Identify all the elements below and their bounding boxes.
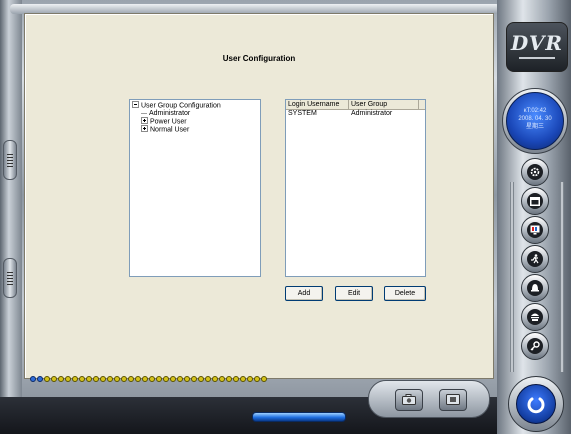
security-button[interactable]: [521, 332, 549, 360]
channel-dot: [93, 376, 99, 382]
channel-dot: [51, 376, 57, 382]
alarm-button[interactable]: [521, 274, 549, 302]
config-panel: User Configuration User Group Configurat…: [24, 13, 494, 379]
clock-date: 2008. 04. 30: [518, 116, 552, 122]
left-grip-upper[interactable]: [3, 140, 17, 180]
snapshot-icon: [402, 394, 416, 405]
logo-underline: [519, 57, 555, 59]
channel-dot: [170, 376, 176, 382]
tree-item-label: Normal User: [150, 126, 190, 134]
channel-dot: [44, 376, 50, 382]
record-button[interactable]: [439, 389, 467, 411]
channel-indicator-dots: [30, 376, 267, 382]
power-icon: [527, 397, 545, 414]
channel-dot: [58, 376, 64, 382]
motion-button[interactable]: [521, 245, 549, 273]
channel-dot: [184, 376, 190, 382]
channel-dot: [65, 376, 71, 382]
expand-icon[interactable]: [141, 125, 148, 132]
column-header-group[interactable]: User Group: [349, 100, 419, 109]
channel-dot: [72, 376, 78, 382]
channel-dot: [191, 376, 197, 382]
channel-dot: [254, 376, 260, 382]
channel-dot: [240, 376, 246, 382]
channel-dot: [198, 376, 204, 382]
user-list[interactable]: Login Username User Group SYSTEM Adminis…: [285, 99, 426, 277]
list-header: Login Username User Group: [286, 100, 425, 110]
ptz-button[interactable]: [521, 303, 549, 331]
delete-button[interactable]: Delete: [384, 286, 426, 301]
channel-dot: [114, 376, 120, 382]
tree-item-label: Power User: [150, 118, 187, 126]
clock-display: ĸT:02:42 2008. 04. 30 星期三: [506, 92, 564, 150]
channel-dot: [205, 376, 211, 382]
clock-time: ĸT:02:42: [523, 108, 547, 114]
channel-dot: [135, 376, 141, 382]
channel-dot: [156, 376, 162, 382]
gear-icon: [530, 167, 540, 177]
column-header-login[interactable]: Login Username: [286, 100, 349, 109]
edit-button[interactable]: Edit: [335, 286, 373, 301]
display-button[interactable]: [521, 216, 549, 244]
add-button[interactable]: Add: [285, 286, 323, 301]
channel-dot: [128, 376, 134, 382]
channel-dot: [219, 376, 225, 382]
calendar-icon: [530, 197, 540, 206]
login-cell: SYSTEM: [288, 110, 317, 117]
channel-dot: [37, 376, 43, 382]
channel-dot: [163, 376, 169, 382]
schedule-button[interactable]: [521, 187, 549, 215]
settings-button[interactable]: [521, 158, 549, 186]
monitor-icon: [530, 225, 540, 235]
channel-dot: [261, 376, 267, 382]
logo-text: DVR: [510, 31, 564, 55]
channel-dot: [30, 376, 36, 382]
channel-dot: [149, 376, 155, 382]
channel-dot: [142, 376, 148, 382]
power-button[interactable]: [516, 384, 556, 424]
right-rod: [560, 182, 564, 372]
channel-dot: [79, 376, 85, 382]
collapse-icon[interactable]: [132, 101, 139, 108]
bottom-control-pod: [368, 380, 490, 418]
channel-dot: [212, 376, 218, 382]
dome-camera-icon: [531, 313, 539, 321]
table-row[interactable]: SYSTEM Administrator: [286, 110, 425, 118]
channel-dot: [233, 376, 239, 382]
tree-root[interactable]: User Group Configuration: [132, 101, 221, 110]
record-icon: [446, 394, 460, 405]
tree-item-label: Administrator: [149, 110, 191, 117]
user-group-tree[interactable]: User Group Configuration Administrator P…: [129, 99, 261, 277]
tree-item-normal-user[interactable]: Normal User: [141, 125, 190, 134]
left-grip-lower[interactable]: [3, 258, 17, 298]
channel-dot: [226, 376, 232, 382]
tree-item-administrator[interactable]: Administrator: [141, 110, 190, 118]
channel-dot: [100, 376, 106, 382]
channel-dot: [121, 376, 127, 382]
channel-dot: [177, 376, 183, 382]
expand-icon[interactable]: [141, 117, 148, 124]
snapshot-button[interactable]: [395, 389, 423, 411]
channel-dot: [107, 376, 113, 382]
group-cell: Administrator: [351, 110, 393, 117]
left-rail: [0, 0, 22, 400]
running-man-icon: [531, 254, 539, 264]
channel-dot: [247, 376, 253, 382]
key-icon: [530, 341, 540, 351]
bell-icon: [531, 284, 539, 292]
progress-bar: [252, 412, 346, 422]
logo: DVR: [506, 22, 568, 72]
clock-weekday: 星期三: [525, 124, 544, 130]
channel-dot: [86, 376, 92, 382]
left-rod: [510, 182, 514, 372]
page-title: User Configuration: [222, 54, 296, 63]
tree-root-label: User Group Configuration: [141, 102, 221, 110]
tree-connector-icon: [141, 112, 147, 114]
